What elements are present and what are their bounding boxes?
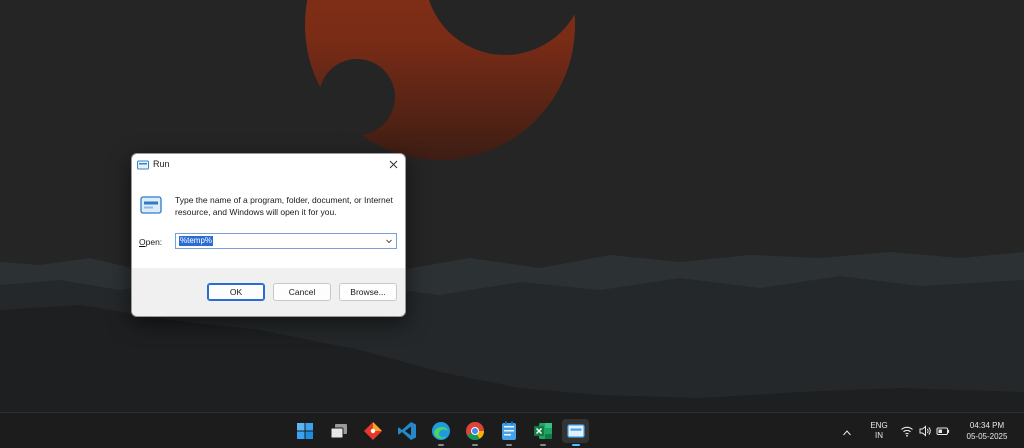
- task-view-icon: [330, 424, 347, 439]
- windows-logo-icon: [297, 423, 313, 439]
- chevron-up-icon: [843, 430, 851, 436]
- taskbar-app-notepad[interactable]: [497, 419, 521, 446]
- cancel-button[interactable]: Cancel: [273, 283, 331, 301]
- run-app-icon: [137, 160, 149, 170]
- quick-settings-button[interactable]: [900, 424, 952, 438]
- open-label-accelerator: O: [139, 237, 146, 247]
- vscode-icon: [398, 422, 416, 440]
- task-view-button[interactable]: [327, 419, 351, 443]
- notepad-icon: [502, 421, 516, 440]
- title-bar[interactable]: Run: [132, 154, 405, 176]
- language-code: ENG: [870, 421, 888, 430]
- ok-button[interactable]: OK: [207, 283, 265, 301]
- dialog-footer: OK Cancel Browse...: [132, 268, 405, 316]
- show-hidden-icons-button[interactable]: [842, 425, 856, 439]
- taskbar: ENG IN 04:34 PM 05-05-2025: [0, 412, 1024, 448]
- chevron-down-icon[interactable]: [385, 237, 393, 245]
- open-combobox[interactable]: %temp%: [175, 233, 397, 249]
- close-icon: [389, 160, 397, 168]
- dialog-title: Run: [153, 159, 170, 169]
- browse-button[interactable]: Browse...: [339, 283, 397, 301]
- diamond-app-icon: [364, 422, 382, 440]
- taskbar-app-excel[interactable]: [531, 419, 555, 446]
- clock[interactable]: 04:34 PM 05-05-2025: [958, 420, 1016, 442]
- close-button[interactable]: [381, 154, 405, 174]
- running-indicator: [506, 444, 512, 446]
- battery-icon: [936, 427, 950, 435]
- dark-moon-small: [319, 59, 395, 135]
- running-indicator: [540, 444, 546, 446]
- open-label-text: pen:: [145, 237, 163, 247]
- wifi-icon: [901, 426, 913, 437]
- active-indicator: [572, 444, 580, 446]
- language-indicator[interactable]: ENG IN: [866, 421, 892, 441]
- excel-icon: [534, 423, 552, 439]
- open-label: Open:: [139, 237, 162, 247]
- dialog-description: Type the name of a program, folder, docu…: [175, 195, 393, 217]
- running-indicator: [438, 444, 444, 446]
- run-large-icon: [140, 196, 162, 214]
- start-button[interactable]: [293, 419, 317, 443]
- edge-icon: [432, 422, 450, 440]
- taskbar-app-run[interactable]: [562, 419, 589, 446]
- taskbar-app-git[interactable]: [361, 419, 385, 443]
- running-indicator: [472, 444, 478, 446]
- volume-icon: [919, 425, 931, 437]
- chrome-icon: [466, 422, 484, 441]
- taskbar-app-edge[interactable]: [429, 419, 453, 446]
- keyboard-region: IN: [875, 431, 883, 440]
- run-taskbar-icon: [566, 424, 585, 438]
- taskbar-app-chrome[interactable]: [463, 419, 487, 446]
- open-input-value[interactable]: %temp%: [179, 236, 214, 246]
- clock-time: 04:34 PM: [969, 421, 1005, 430]
- taskbar-app-vscode[interactable]: [395, 419, 419, 443]
- run-dialog: Run Type the name of a program, folder, …: [131, 153, 406, 317]
- clock-date: 05-05-2025: [966, 432, 1008, 441]
